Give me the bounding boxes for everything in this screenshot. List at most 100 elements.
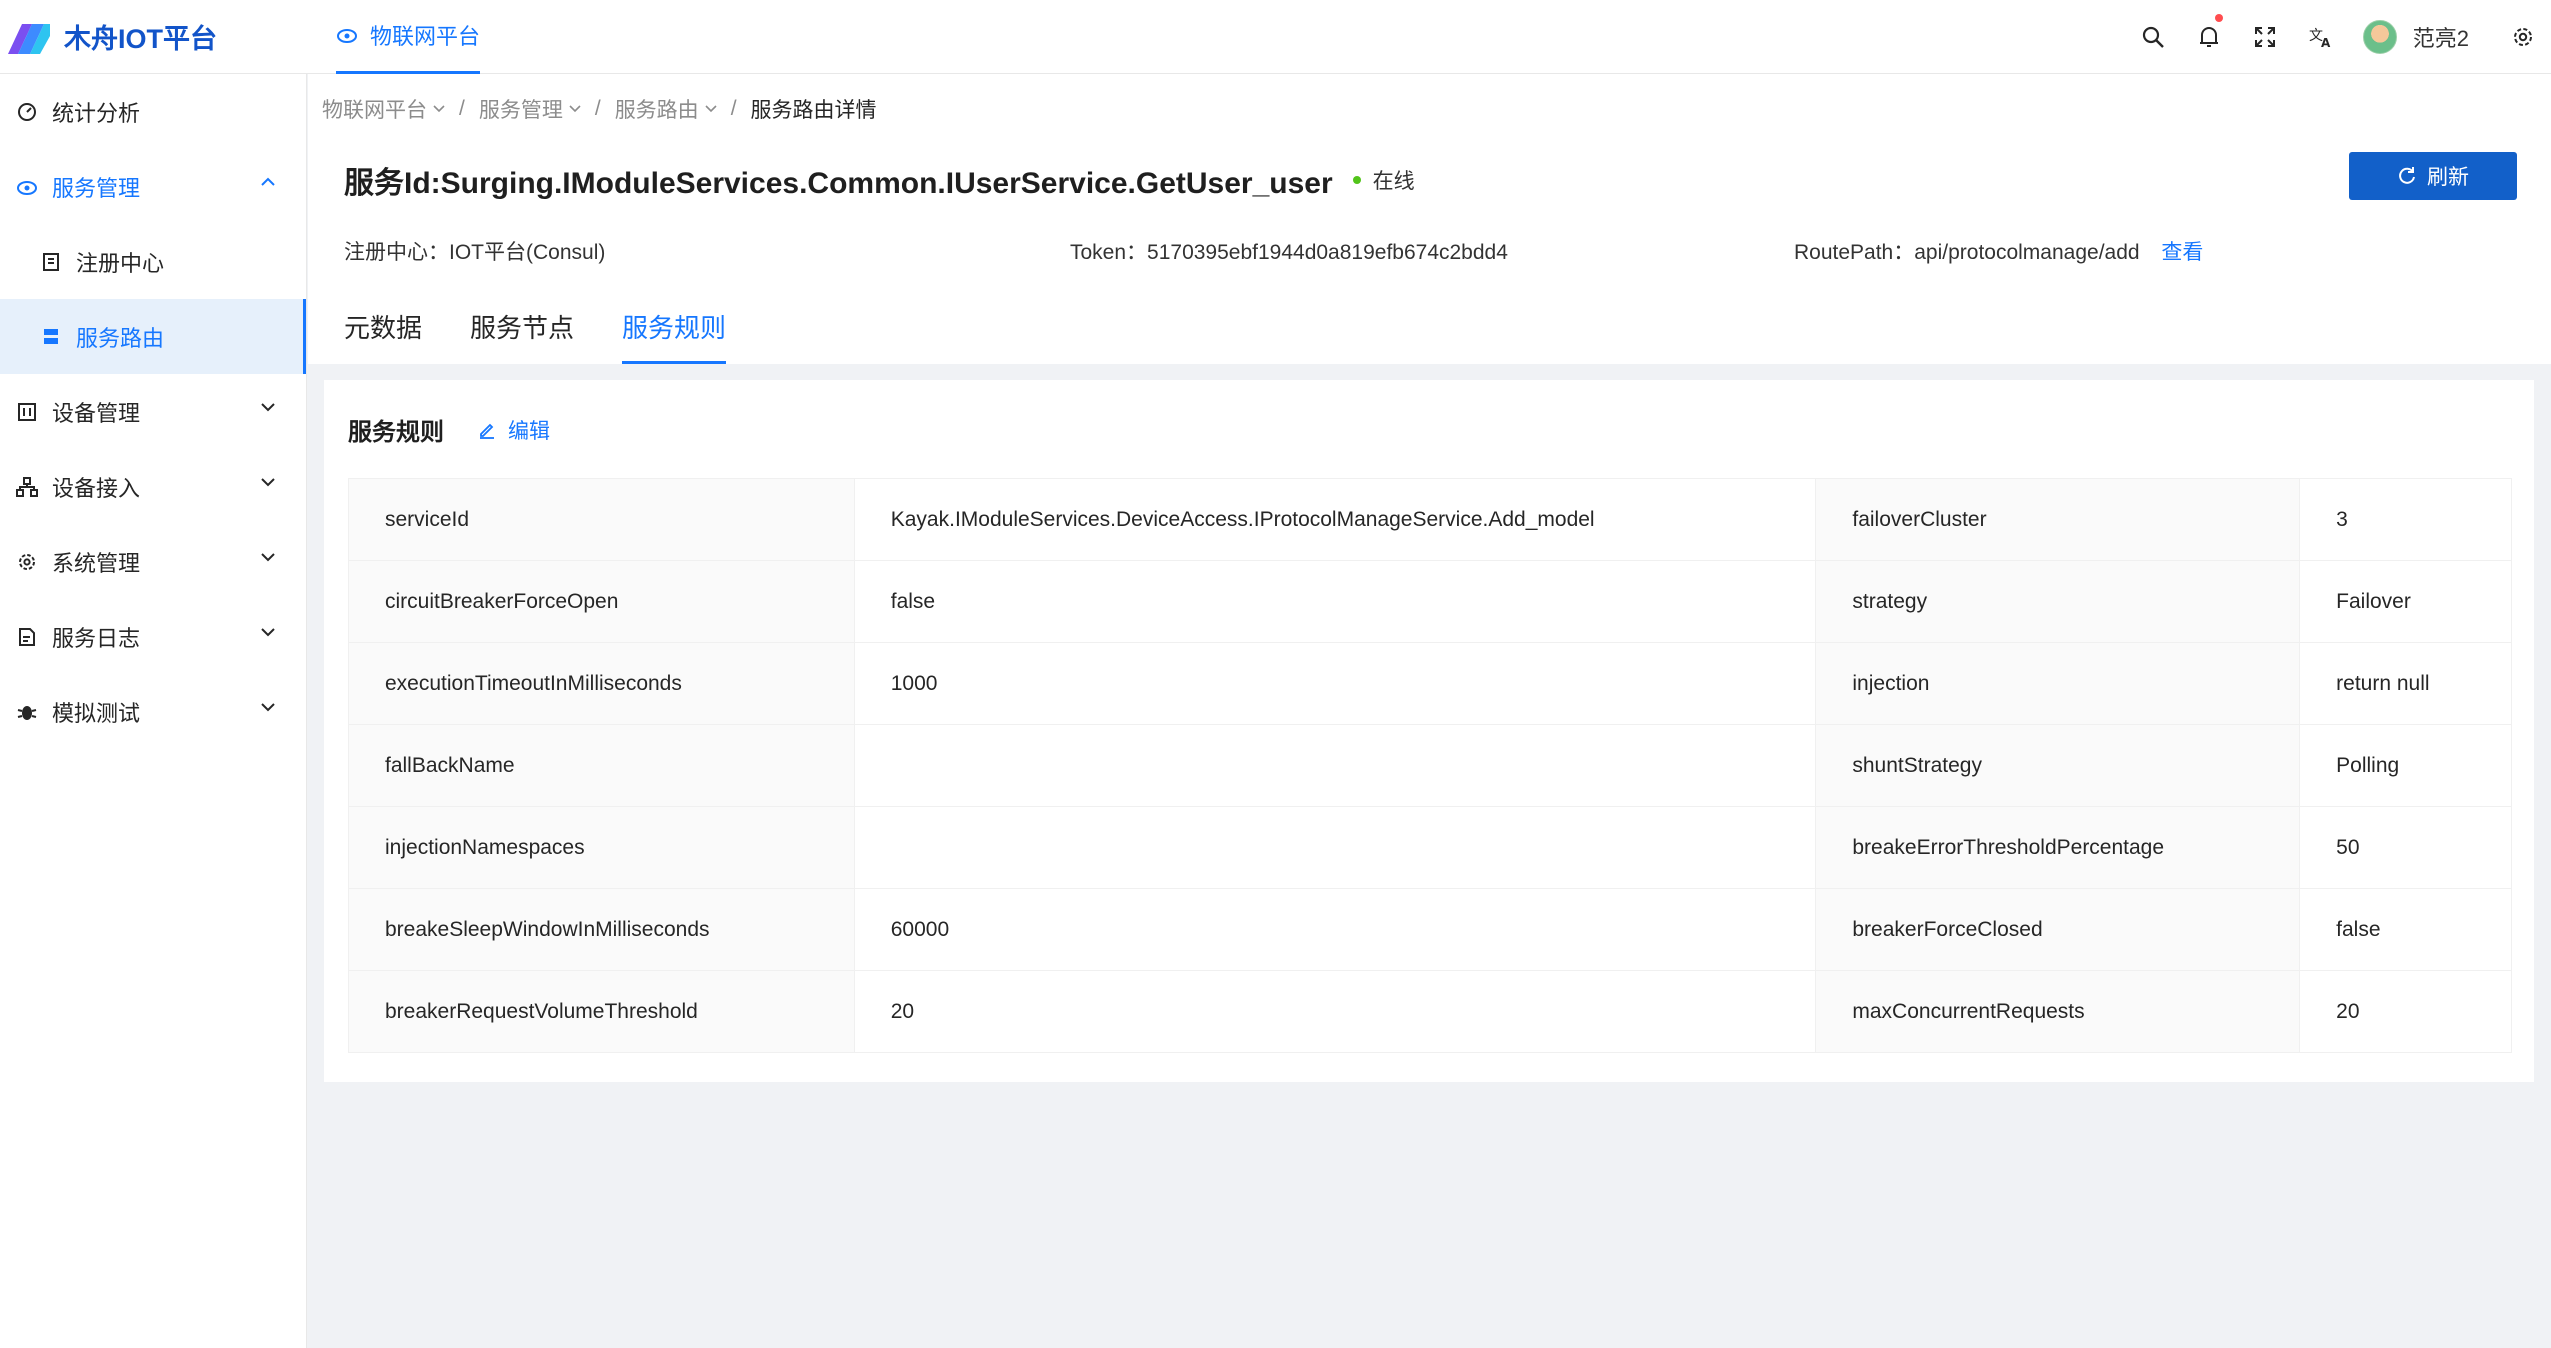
table-row: breakerRequestVolumeThreshold 20 maxConc… — [348, 970, 2512, 1053]
breadcrumb-current: 服务路由详情 — [750, 99, 877, 122]
tab-metadata[interactable]: 元数据 — [344, 308, 422, 364]
svg-text:A: A — [2321, 36, 2331, 48]
rule-value: 3 — [2299, 478, 2512, 561]
cloud-icon — [337, 29, 357, 43]
card-header: 服务规则 编辑 — [348, 412, 550, 447]
table-row: injectionNamespaces breakeErrorThreshold… — [348, 806, 2512, 889]
chevron-down-icon — [433, 105, 445, 113]
rule-key: fallBackName — [348, 724, 855, 807]
chevron-up-icon — [261, 177, 275, 186]
sidebar-item-label: 设备接入 — [52, 475, 141, 501]
tab-service-rules[interactable]: 服务规则 — [622, 308, 727, 364]
edit-icon — [480, 423, 494, 439]
cloud-icon — [16, 176, 38, 198]
edit-button[interactable]: 编辑 — [478, 415, 550, 445]
bug-icon — [16, 701, 38, 723]
title-row: 服务Id:Surging.IModuleServices.Common.IUse… — [344, 158, 1415, 202]
brand-logo-icon — [8, 23, 50, 54]
refresh-icon — [2399, 167, 2415, 184]
breadcrumb-separator: / — [459, 97, 465, 120]
sidebar-item-label: 注册中心 — [76, 250, 165, 276]
sidebar-item-service-route[interactable]: 服务路由 — [0, 299, 306, 374]
route-path-value: RoutePath：api/protocolmanage/add — [1794, 241, 2140, 264]
breadcrumb-label: 物联网平台 — [322, 99, 427, 122]
chevron-down-icon — [261, 628, 275, 637]
sidebar-item-label: 系统管理 — [52, 550, 141, 576]
breadcrumb-item[interactable]: 服务管理 — [479, 94, 581, 124]
rule-value: Polling — [2299, 724, 2512, 807]
rule-key: breakeSleepWindowInMilliseconds — [348, 888, 855, 971]
rule-value: false — [853, 560, 1817, 643]
rule-value: false — [2299, 888, 2512, 971]
breadcrumb: 物联网平台 / 服务管理 / 服务路由 / 服务路由详情 — [322, 94, 877, 124]
breadcrumb-item[interactable]: 物联网平台 — [322, 94, 445, 124]
table-row: circuitBreakerForceOpen false strategy F… — [348, 560, 2512, 643]
tab-service-nodes[interactable]: 服务节点 — [470, 308, 574, 364]
breadcrumb-separator: / — [730, 97, 737, 120]
sidebar-item-device-management[interactable]: 设备管理 — [0, 374, 306, 449]
rule-key: injection — [1815, 642, 2301, 725]
log-icon — [16, 626, 38, 648]
top-tab-iot-platform[interactable]: 物联网平台 — [336, 0, 481, 74]
top-tab-label: 物联网平台 — [370, 24, 481, 49]
rule-value: 1000 — [853, 642, 1817, 725]
rule-key: executionTimeoutInMilliseconds — [348, 642, 855, 725]
rule-key: breakerRequestVolumeThreshold — [348, 970, 855, 1053]
chevron-down-icon — [705, 105, 717, 113]
fullscreen-icon — [2254, 27, 2275, 47]
sidebar-item-device-access[interactable]: 设备接入 — [0, 449, 306, 524]
chevron-down-icon — [261, 703, 275, 712]
username: 范亮2 — [2412, 26, 2469, 51]
table-row: serviceId Kayak.IModuleServices.DeviceAc… — [348, 478, 2512, 561]
breadcrumb-label: 服务管理 — [478, 99, 563, 122]
sidebar-item-system-management[interactable]: 系统管理 — [0, 524, 306, 599]
sidebar-item-label: 服务管理 — [52, 175, 141, 201]
notification-button[interactable] — [2181, 0, 2237, 74]
refresh-button[interactable]: 刷新 — [2349, 152, 2517, 200]
sidebar: 统计分析 服务管理 注册中心 服务路由 设备管理 设备接入 系统管理 服务日志 … — [0, 74, 307, 1348]
table-row: breakeSleepWindowInMilliseconds 60000 br… — [348, 888, 2512, 971]
sidebar-item-simulation-test[interactable]: 模拟测试 — [0, 674, 306, 749]
dashboard-icon — [16, 101, 38, 123]
rule-key: circuitBreakerForceOpen — [348, 560, 855, 643]
translate-icon: 文 A — [2309, 28, 2331, 48]
header-actions: 文 A 范亮2 — [2125, 0, 2551, 74]
rule-value: Failover — [2299, 560, 2512, 643]
sidebar-item-service-log[interactable]: 服务日志 — [0, 599, 306, 674]
settings-button[interactable] — [2495, 0, 2551, 74]
sidebar-item-service-management[interactable]: 服务管理 — [0, 149, 306, 224]
language-button[interactable]: 文 A — [2293, 0, 2349, 74]
search-button[interactable] — [2125, 0, 2181, 74]
view-link[interactable]: 查看 — [2161, 241, 2203, 264]
user-menu[interactable]: 范亮2 — [2362, 20, 2469, 54]
sidebar-item-label: 模拟测试 — [52, 700, 141, 726]
rule-key: strategy — [1815, 560, 2301, 643]
status-badge: 在线 — [1372, 170, 1415, 193]
sidebar-item-statistics[interactable]: 统计分析 — [0, 74, 306, 149]
edit-label: 编辑 — [508, 419, 550, 443]
breadcrumb-separator: / — [594, 97, 601, 120]
chevron-down-icon — [261, 553, 275, 562]
breadcrumb-item[interactable]: 服务路由 — [615, 94, 717, 124]
refresh-label: 刷新 — [2427, 166, 2469, 189]
status-dot — [1352, 176, 1361, 184]
brand-name: 木舟IOT平台 — [64, 24, 217, 54]
brand[interactable]: 木舟IOT平台 — [0, 0, 308, 74]
registry-info: 注册中心：IOT平台(Consul) — [344, 241, 606, 264]
table-row: fallBackName shuntStrategy Polling — [348, 724, 2512, 807]
sidebar-item-label: 服务日志 — [52, 625, 141, 651]
rule-value: 60000 — [853, 888, 1817, 971]
sidebar-item-registry[interactable]: 注册中心 — [0, 224, 306, 299]
top-header: 木舟IOT平台 物联网平台 文 A 范亮2 — [0, 0, 2551, 74]
rule-key: injectionNamespaces — [348, 806, 855, 889]
fullscreen-button[interactable] — [2237, 0, 2293, 74]
detail-tabs: 元数据 服务节点 服务规则 — [344, 308, 774, 364]
breadcrumb-label: 服务路由 — [614, 99, 699, 122]
rule-value: 20 — [853, 970, 1817, 1053]
chevron-down-icon — [569, 105, 581, 113]
rule-key: failoverCluster — [1815, 478, 2301, 561]
chevron-down-icon — [261, 403, 275, 412]
rule-key: breakeErrorThresholdPercentage — [1815, 806, 2301, 889]
rules-card: 服务规则 编辑 serviceId Kayak.IModuleServices.… — [324, 380, 2534, 1082]
sidebar-item-label: 设备管理 — [52, 400, 141, 426]
